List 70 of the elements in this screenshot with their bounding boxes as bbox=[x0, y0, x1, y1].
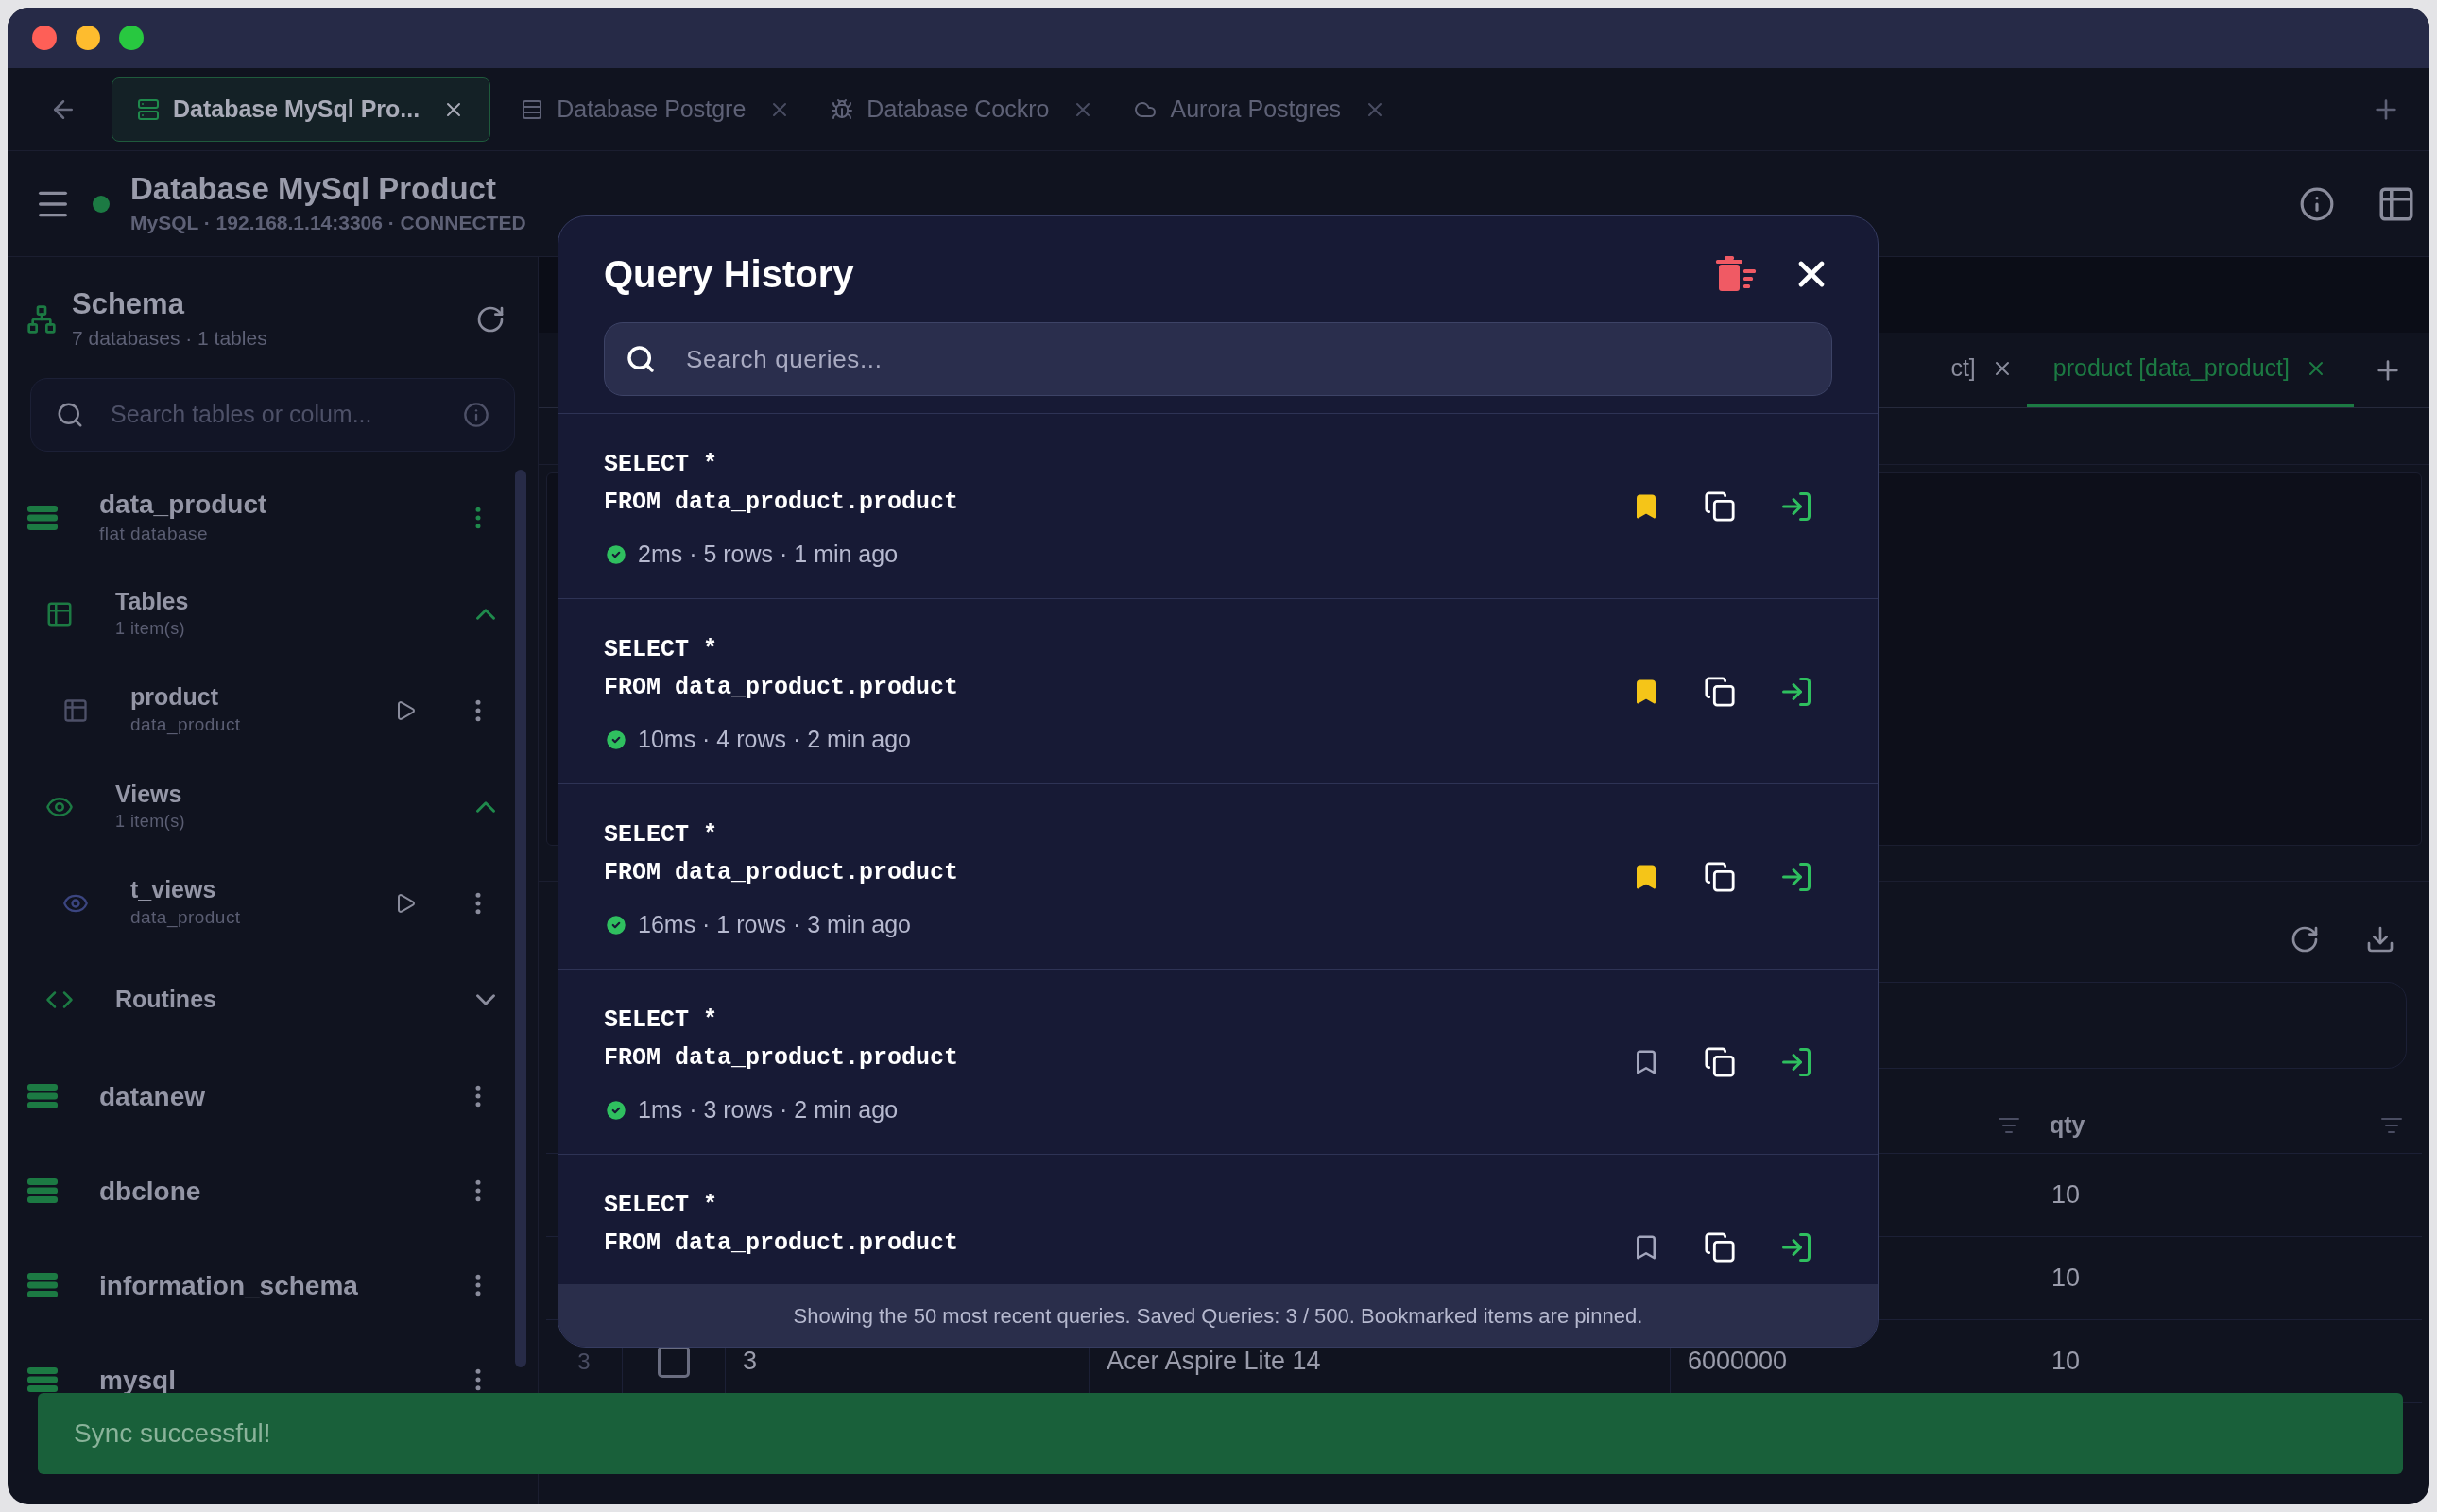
scrollbar[interactable] bbox=[515, 470, 526, 1367]
object-name[interactable]: t_views bbox=[130, 875, 394, 905]
table-icon bbox=[45, 600, 74, 628]
database-name[interactable]: mysql bbox=[99, 1363, 464, 1397]
category-count: 1 item(s) bbox=[115, 811, 187, 833]
editor-tab[interactable]: product [data_product] bbox=[2026, 333, 2354, 407]
schema-title: Schema bbox=[72, 285, 186, 322]
search-field[interactable]: Search queries... bbox=[604, 322, 1832, 396]
search-icon bbox=[56, 401, 84, 429]
rows-icon bbox=[521, 97, 544, 121]
table-cell-text: 6000000 bbox=[1688, 1346, 1788, 1378]
database-name[interactable]: information_schema bbox=[99, 1268, 464, 1302]
category-name[interactable]: Tables bbox=[115, 586, 470, 617]
copy-icon[interactable] bbox=[1704, 675, 1736, 708]
object-schema: data_product bbox=[130, 713, 242, 737]
object-name[interactable]: product bbox=[130, 682, 394, 713]
query-text[interactable]: SELECT * FROM data_product.product bbox=[604, 1187, 1632, 1263]
dialog-footer-text: Showing the 50 most recent queries. Saved Queries: 3 / 500. Bookmarked items are pinned. bbox=[793, 1302, 1643, 1330]
category-name[interactable]: Routines bbox=[115, 985, 470, 1015]
database-icon bbox=[26, 1083, 59, 1109]
query-meta: 10ms · 4 rows · 2 min ago bbox=[638, 725, 911, 754]
table-cell-text: 10 bbox=[2051, 1346, 2081, 1378]
connection-title: Database MySql Product bbox=[130, 170, 497, 209]
close-window-button[interactable] bbox=[32, 26, 57, 50]
query-meta: 16ms · 1 rows · 3 min ago bbox=[638, 910, 911, 939]
server-icon bbox=[137, 97, 160, 121]
bug-icon bbox=[831, 97, 854, 121]
database-icon bbox=[26, 1366, 59, 1393]
toast-message: Sync successful! bbox=[74, 1418, 271, 1450]
table-cell-text: 3 bbox=[743, 1346, 758, 1378]
connection-subtitle: MySQL · 192.168.1.14:3306 · CONNECTED bbox=[130, 211, 527, 236]
copy-icon[interactable] bbox=[1704, 1230, 1736, 1263]
table-cell-text: 10 bbox=[2051, 1263, 2081, 1295]
table-cell-text: 10 bbox=[2051, 1179, 2081, 1211]
download-icon[interactable] bbox=[2365, 924, 2395, 954]
category-count: 1 item(s) bbox=[115, 618, 187, 641]
database-name[interactable]: datanew bbox=[99, 1079, 464, 1113]
info-icon[interactable] bbox=[2299, 185, 2335, 222]
table-cell-text: Acer Aspire Lite 14 bbox=[1107, 1346, 1321, 1378]
table-icon bbox=[62, 697, 89, 724]
editor-tab[interactable]: ct] bbox=[1937, 333, 2027, 407]
query-meta: 1ms · 3 rows · 2 min ago bbox=[638, 1095, 899, 1125]
zoom-window-button[interactable] bbox=[119, 26, 144, 50]
connection-tab[interactable]: Database MySql Pro... bbox=[112, 77, 491, 142]
schema-subtitle: 7 databases · 1 tables bbox=[72, 325, 268, 351]
search-icon bbox=[626, 344, 656, 374]
dialog-title: Query History bbox=[604, 252, 855, 297]
database-icon bbox=[26, 1177, 59, 1204]
query-text[interactable]: SELECT * FROM data_product.product bbox=[604, 1002, 1632, 1077]
column-header[interactable]: qty bbox=[2050, 1107, 2085, 1143]
category-name[interactable]: Views bbox=[115, 779, 470, 810]
query-text[interactable]: SELECT * FROM data_product.product bbox=[604, 446, 1632, 522]
query-text[interactable]: SELECT * FROM data_product.product bbox=[604, 816, 1632, 892]
query-meta: 2ms · 5 rows · 1 min ago bbox=[638, 540, 899, 569]
object-schema: data_product bbox=[130, 906, 242, 930]
schema-icon bbox=[26, 304, 57, 335]
copy-icon[interactable] bbox=[1704, 860, 1736, 893]
copy-icon[interactable] bbox=[1704, 1045, 1736, 1078]
minimize-window-button[interactable] bbox=[76, 26, 100, 50]
database-name[interactable]: data_product bbox=[99, 488, 464, 522]
clear-history-icon[interactable] bbox=[1715, 256, 1757, 292]
row-number: 3 bbox=[577, 1347, 591, 1376]
database-note: flat database bbox=[99, 523, 209, 546]
database-name[interactable]: dbclone bbox=[99, 1174, 464, 1208]
query-text[interactable]: SELECT * FROM data_product.product bbox=[604, 631, 1632, 707]
refresh-icon[interactable] bbox=[2290, 924, 2320, 954]
database-icon bbox=[26, 505, 59, 531]
copy-icon[interactable] bbox=[1704, 490, 1736, 523]
database-icon bbox=[26, 1272, 59, 1298]
refresh-icon[interactable] bbox=[475, 304, 506, 335]
